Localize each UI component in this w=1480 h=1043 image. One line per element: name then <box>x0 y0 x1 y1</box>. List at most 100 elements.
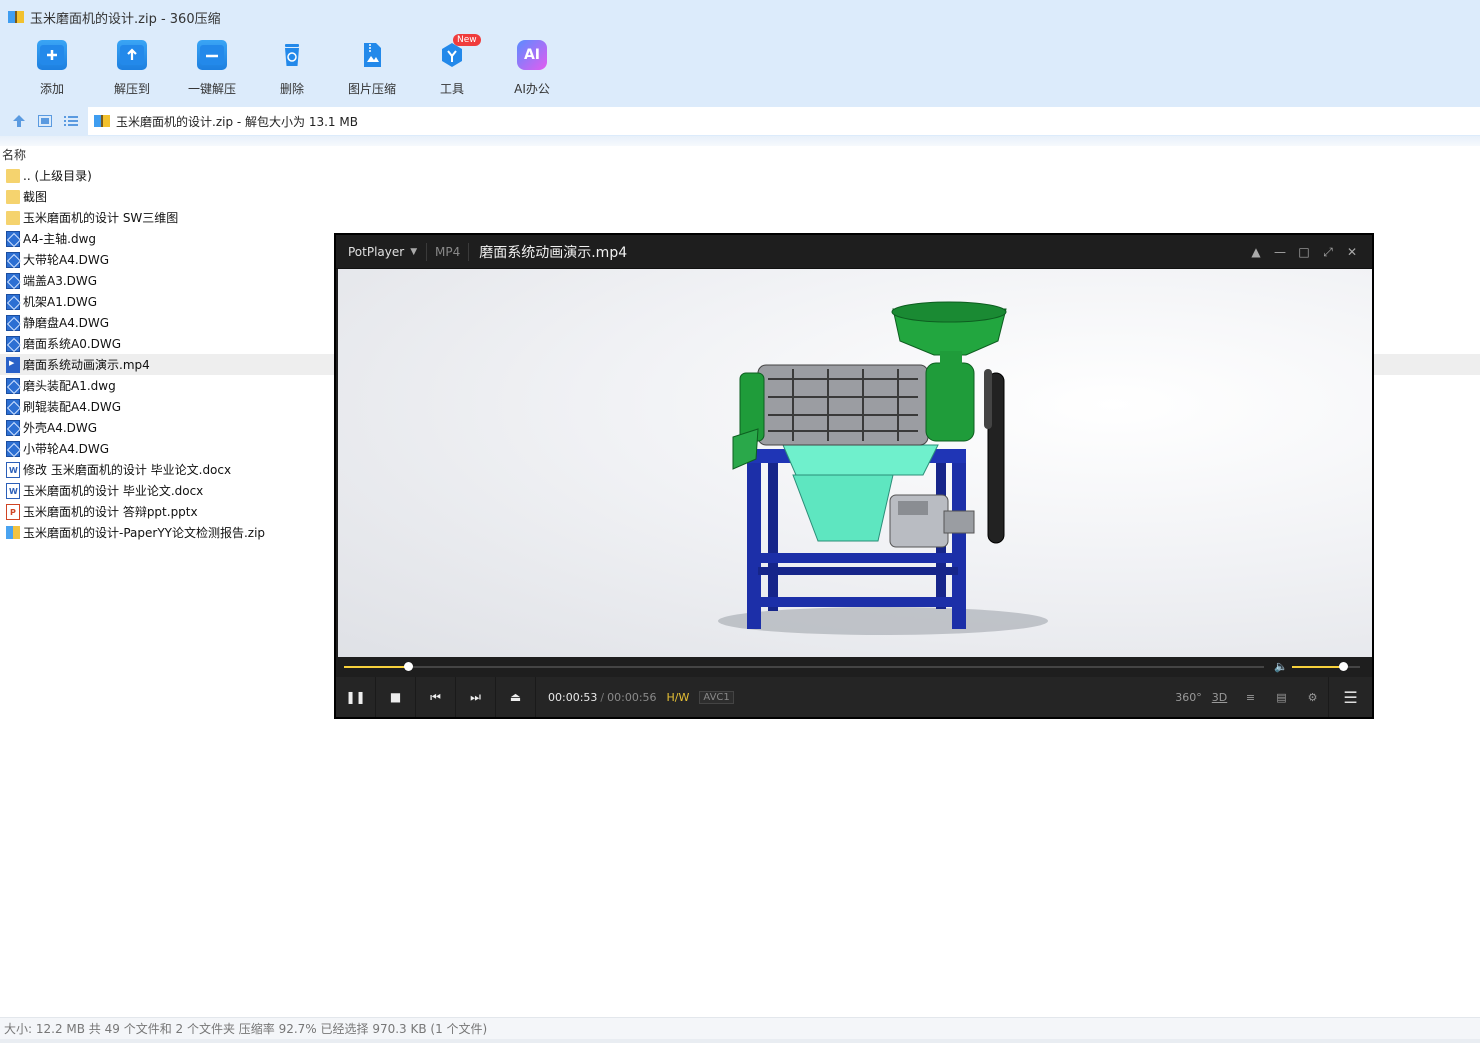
extract-to-icon <box>117 40 147 70</box>
file-name: 磨面系统动画演示.mp4 <box>23 358 150 372</box>
file-name: 静磨盘A4.DWG <box>23 316 110 330</box>
path-text: 玉米磨面机的设计.zip - 解包大小为 13.1 MB <box>116 114 358 129</box>
potplayer-menu-button[interactable]: PotPlayer ▼ <box>336 245 426 259</box>
next-icon: ⏭ <box>470 689 481 704</box>
volume-icon[interactable]: 🔈 <box>1274 660 1288 673</box>
search-subtitle-button[interactable]: ≡ <box>1235 677 1266 717</box>
3d-icon: 3D <box>1211 690 1228 704</box>
minimize-button[interactable]: — <box>1268 241 1292 263</box>
dwg-file-icon <box>6 314 20 331</box>
minimize-icon: — <box>1274 245 1286 259</box>
360-view-button[interactable]: 360° <box>1173 677 1204 717</box>
fullscreen-button[interactable]: ⤢ <box>1316 241 1340 263</box>
previous-button[interactable]: ⏮ <box>416 677 456 717</box>
playlist-button[interactable]: ▤ <box>1266 677 1297 717</box>
volume-slider[interactable] <box>1292 662 1360 671</box>
tools-icon: New <box>437 34 481 70</box>
pause-icon: ❚❚ <box>345 690 366 704</box>
image-compress-label: 图片压缩 <box>347 82 396 96</box>
current-time: 00:00:53 <box>548 690 598 704</box>
list-view-button[interactable] <box>58 106 84 136</box>
status-bar: 大小: 12.2 MB 共 49 个文件和 2 个文件夹 压缩率 92.7% 已… <box>0 1017 1480 1039</box>
pause-button[interactable]: ❚❚ <box>336 677 376 717</box>
thumbnail-view-button[interactable] <box>32 106 58 136</box>
file-name: 磨面系统A0.DWG <box>23 337 122 351</box>
window-controls: ▲ — □ ⤢ ✕ <box>1244 241 1364 263</box>
folder-file-icon <box>6 189 20 204</box>
docx-file-icon <box>6 461 20 478</box>
format-label: MP4 <box>435 244 461 259</box>
extract-to-button[interactable]: 解压到 <box>92 34 172 106</box>
list-item[interactable]: 截图 <box>0 186 1480 207</box>
add-icon <box>37 40 67 70</box>
seek-handle[interactable] <box>404 662 414 671</box>
hw-decoding-label[interactable]: H/W <box>667 691 690 704</box>
file-name: 截图 <box>23 190 48 204</box>
one-click-extract-label: 一键解压 <box>187 82 236 96</box>
file-name: 玉米磨面机的设计 毕业论文.docx <box>23 484 204 498</box>
3d-button[interactable]: 3D <box>1204 677 1235 717</box>
thumbnail-view-icon <box>38 115 52 127</box>
list-item[interactable]: .. (上级目录) <box>0 165 1480 186</box>
dwg-file-icon <box>6 335 20 352</box>
arrow-up-icon <box>13 115 25 127</box>
zip-archive-icon <box>94 115 110 127</box>
file-name: 玉米磨面机的设计-PaperYY论文检测报告.zip <box>23 526 266 540</box>
seek-track[interactable] <box>344 662 1264 671</box>
add-button[interactable]: 添加 <box>12 34 92 106</box>
maximize-button[interactable]: □ <box>1292 241 1316 263</box>
dwg-file-icon <box>6 251 20 268</box>
image-compress-icon <box>357 40 387 70</box>
fullscreen-icon: ⤢ <box>1323 244 1333 259</box>
next-button[interactable]: ⏭ <box>456 677 496 717</box>
360-view-icon: 360° <box>1175 690 1202 704</box>
delete-icon <box>277 40 307 70</box>
ai-office-button[interactable]: AI AI办公 <box>492 34 572 106</box>
menu-button[interactable]: ☰ <box>1328 677 1372 717</box>
previous-icon: ⏮ <box>430 689 441 704</box>
list-item[interactable]: 玉米磨面机的设计 SW三维图 <box>0 207 1480 228</box>
file-name: 外壳A4.DWG <box>23 421 98 435</box>
settings-button[interactable]: ⚙ <box>1297 677 1328 717</box>
title-bar: 玉米磨面机的设计.zip - 360压缩 <box>0 0 1480 34</box>
address-bar: 玉米磨面机的设计.zip - 解包大小为 13.1 MB <box>0 106 1480 136</box>
tools-label: 工具 <box>439 82 464 96</box>
folder-file-icon <box>6 210 20 225</box>
add-label: 添加 <box>39 82 64 96</box>
mp4-file-icon <box>6 356 20 373</box>
right-controls: 360° 3D ≡ ▤ ⚙ ☰ <box>1173 677 1372 717</box>
video-frame[interactable] <box>338 269 1372 657</box>
file-name: 大带轮A4.DWG <box>23 253 110 267</box>
eject-icon: ⏏ <box>509 690 522 704</box>
one-click-extract-button[interactable]: 一键解压 <box>172 34 252 106</box>
up-directory-button[interactable] <box>6 106 32 136</box>
chevron-down-icon: ▼ <box>410 246 418 257</box>
file-name: 修改 玉米磨面机的设计 毕业论文.docx <box>23 463 232 477</box>
eject-button[interactable]: ⏏ <box>496 677 536 717</box>
time-separator: / <box>600 690 605 704</box>
ai-office-label: AI办公 <box>514 82 550 96</box>
delete-button[interactable]: 删除 <box>252 34 332 106</box>
dwg-file-icon <box>6 440 20 457</box>
file-name: .. (上级目录) <box>23 169 92 183</box>
column-header-name[interactable]: 名称 <box>0 146 1480 165</box>
toolbar: 添加 解压到 一键解压 删除 图片压缩 New 工具 AI AI办公 <box>0 34 1480 106</box>
stop-button[interactable]: ■ <box>376 677 416 717</box>
control-bar: ❚❚ ■ ⏮ ⏭ ⏏ 00:00:53/00:00:56 H/W AVC1 36… <box>336 677 1372 717</box>
time-display[interactable]: 00:00:53/00:00:56 <box>548 691 657 704</box>
seek-bar[interactable]: 🔈 <box>336 657 1372 677</box>
delete-label: 删除 <box>279 82 304 96</box>
folder-file-icon <box>6 168 20 183</box>
image-compress-button[interactable]: 图片压缩 <box>332 34 412 106</box>
tools-button[interactable]: New 工具 <box>412 34 492 106</box>
extract-to-label: 解压到 <box>113 82 150 96</box>
dwg-file-icon <box>6 398 20 415</box>
dwg-file-icon <box>6 419 20 436</box>
pin-button[interactable]: ▲ <box>1244 241 1268 263</box>
close-button[interactable]: ✕ <box>1340 241 1364 263</box>
path-field[interactable]: 玉米磨面机的设计.zip - 解包大小为 13.1 MB <box>88 107 1480 135</box>
file-name: 小带轮A4.DWG <box>23 442 110 456</box>
ai-office-glyph: AI <box>523 47 541 63</box>
player-filename: 磨面系统动画演示.mp4 <box>479 244 628 261</box>
volume-handle[interactable] <box>1339 662 1348 671</box>
